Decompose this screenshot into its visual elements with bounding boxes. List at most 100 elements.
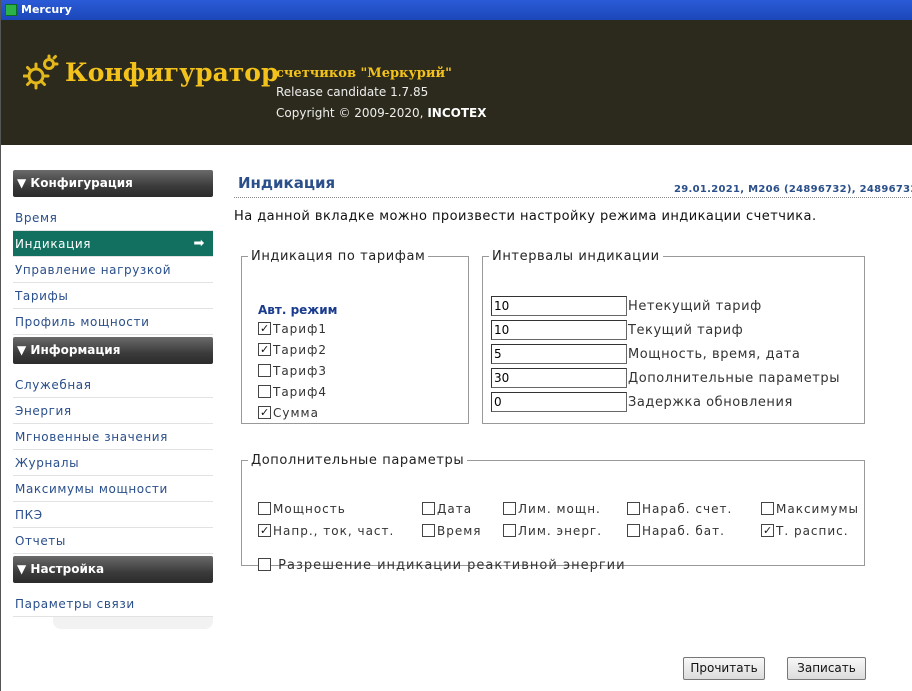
checkbox-label: Т. распис. <box>776 524 849 538</box>
checkbox-empty-icon[interactable] <box>761 502 774 515</box>
tariff1-checkbox[interactable]: Тариф1 <box>258 322 327 336</box>
sidebar-item-power-maximums[interactable]: Максимумы мощности <box>13 476 213 502</box>
checkbox-checked-icon[interactable] <box>258 322 271 335</box>
power-checkbox[interactable]: Мощность <box>258 502 346 516</box>
tariff2-checkbox[interactable]: Тариф2 <box>258 343 327 357</box>
reactive-energy-indication-checkbox[interactable]: Разрешение индикации реактивной энергии <box>258 558 626 573</box>
interval-current-tariff-label: Текущий тариф <box>628 323 744 338</box>
window-titlebar: Mercury <box>1 0 912 20</box>
checkbox-label: Мощность <box>273 502 346 516</box>
mercury-app-icon <box>5 4 17 16</box>
sidebar-item-time[interactable]: Время <box>13 205 213 231</box>
page-title: Индикация <box>238 174 336 192</box>
sidebar-item-indication[interactable]: Индикация ➡ <box>13 231 213 257</box>
checkbox-checked-icon[interactable] <box>258 524 271 537</box>
power-limit-checkbox[interactable]: Лим. мощн. <box>503 502 601 516</box>
device-info: 29.01.2021, M206 (24896732), 24896732 <box>674 184 912 195</box>
sidebar-item-reports[interactable]: Отчеты <box>13 528 213 554</box>
checkbox-label: Разрешение индикации реактивной энергии <box>278 558 626 573</box>
copyright: Copyright © 2009-2020, INCOTEX <box>276 106 486 120</box>
checkbox-checked-icon[interactable] <box>258 343 271 356</box>
sidebar-section-configuration[interactable]: ▼ Конфигурация <box>13 170 213 197</box>
sidebar: ▼ Конфигурация Время Индикация ➡ Управлен… <box>13 170 213 629</box>
app-header: Конфигуратор счетчиков "Меркурий" Releas… <box>1 20 912 145</box>
update-delay-label: Задержка обновления <box>628 395 793 410</box>
interval-current-tariff-input[interactable] <box>491 320 627 340</box>
sum-checkbox[interactable]: Сумма <box>258 406 319 420</box>
tariff-indication-legend: Индикация по тарифам <box>251 249 426 264</box>
auto-mode-label: Авт. режим <box>258 303 338 317</box>
checkbox-empty-icon[interactable] <box>627 524 640 537</box>
extra-params-legend: Дополнительные параметры <box>251 453 465 468</box>
sidebar-section-information[interactable]: ▼ Информация <box>13 337 213 364</box>
sidebar-item-pke[interactable]: ПКЭ <box>13 502 213 528</box>
interval-extra-params-input[interactable] <box>491 368 627 388</box>
sidebar-item-journals[interactable]: Журналы <box>13 450 213 476</box>
sidebar-footer <box>53 617 213 629</box>
window-title: Mercury <box>21 3 72 16</box>
checkbox-empty-icon[interactable] <box>258 385 271 398</box>
checkbox-empty-icon[interactable] <box>258 558 271 571</box>
indication-intervals-legend: Интервалы индикации <box>492 249 660 264</box>
checkbox-label: Лим. мощн. <box>518 502 601 516</box>
tariff3-checkbox[interactable]: Тариф3 <box>258 364 327 378</box>
checkbox-empty-icon[interactable] <box>422 502 435 515</box>
checkbox-label: Тариф4 <box>273 385 327 399</box>
checkbox-label: Лим. энерг. <box>518 524 603 538</box>
maximums-checkbox[interactable]: Максимумы <box>761 502 859 516</box>
checkbox-empty-icon[interactable] <box>503 502 516 515</box>
write-button[interactable]: Записать <box>787 657 866 680</box>
read-button[interactable]: Прочитать <box>683 657 765 680</box>
checkbox-label: Тариф3 <box>273 364 327 378</box>
sidebar-item-energy[interactable]: Энергия <box>13 398 213 424</box>
battery-runtime-checkbox[interactable]: Нараб. бат. <box>627 524 725 538</box>
arrow-right-icon: ➡ <box>193 236 205 251</box>
app-logo-subtitle: счетчиков "Меркурий" <box>276 66 452 81</box>
title-divider <box>234 197 912 198</box>
checkbox-label: Напр., ток, част. <box>273 524 395 538</box>
interval-power-time-date-label: Мощность, время, дата <box>628 347 801 362</box>
checkbox-checked-icon[interactable] <box>761 524 774 537</box>
page-description: На данной вкладке можно произвести настр… <box>234 209 817 224</box>
meter-runtime-checkbox[interactable]: Нараб. счет. <box>627 502 732 516</box>
gears-icon <box>23 54 59 90</box>
copyright-company: INCOTEX <box>427 106 487 120</box>
time-checkbox[interactable]: Время <box>422 524 482 538</box>
voltage-current-freq-checkbox[interactable]: Напр., ток, част. <box>258 524 394 538</box>
sidebar-item-load-control[interactable]: Управление нагрузкой <box>13 257 213 283</box>
app-window: Mercury Конфигуратор счетчиков "Меркурий… <box>0 0 912 691</box>
checkbox-label: Сумма <box>273 406 319 420</box>
energy-limit-checkbox[interactable]: Лим. энерг. <box>503 524 602 538</box>
tariff-schedule-checkbox[interactable]: Т. распис. <box>761 524 849 538</box>
sidebar-item-connection-params[interactable]: Параметры связи <box>13 591 213 617</box>
sidebar-item-power-profile[interactable]: Профиль мощности <box>13 309 213 335</box>
checkbox-label: Время <box>437 524 482 538</box>
tariff4-checkbox[interactable]: Тариф4 <box>258 385 327 399</box>
checkbox-label: Дата <box>437 502 473 516</box>
sidebar-item-instant-values[interactable]: Мгновенные значения <box>13 424 213 450</box>
checkbox-empty-icon[interactable] <box>627 502 640 515</box>
interval-extra-params-label: Дополнительные параметры <box>628 371 841 386</box>
update-delay-input[interactable] <box>491 392 627 412</box>
checkbox-empty-icon[interactable] <box>422 524 435 537</box>
checkbox-label: Нараб. бат. <box>642 524 725 538</box>
release-version: Release candidate 1.7.85 <box>276 85 429 99</box>
checkbox-label: Максимумы <box>776 502 860 516</box>
indication-intervals-group: Интервалы индикации Нетекущий тариф Теку… <box>482 249 865 424</box>
checkbox-empty-icon[interactable] <box>258 502 271 515</box>
interval-non-current-tariff-input[interactable] <box>491 296 627 316</box>
checkbox-empty-icon[interactable] <box>258 364 271 377</box>
sidebar-item-tariffs[interactable]: Тарифы <box>13 283 213 309</box>
interval-power-time-date-input[interactable] <box>491 344 627 364</box>
date-checkbox[interactable]: Дата <box>422 502 472 516</box>
extra-params-group: Дополнительные параметры Мощность Дата Л… <box>241 453 865 573</box>
copyright-prefix: Copyright © 2009-2020, <box>276 106 428 120</box>
app-logo-title: Конфигуратор <box>65 58 279 87</box>
checkbox-label: Нараб. счет. <box>642 502 733 516</box>
checkbox-empty-icon[interactable] <box>503 524 516 537</box>
sidebar-item-service[interactable]: Служебная <box>13 372 213 398</box>
tariff-indication-group: Индикация по тарифам Авт. режим Тариф1 Т… <box>241 249 469 424</box>
checkbox-checked-icon[interactable] <box>258 406 271 419</box>
checkbox-label: Тариф1 <box>273 322 327 336</box>
sidebar-section-settings[interactable]: ▼ Настройка <box>13 556 213 583</box>
